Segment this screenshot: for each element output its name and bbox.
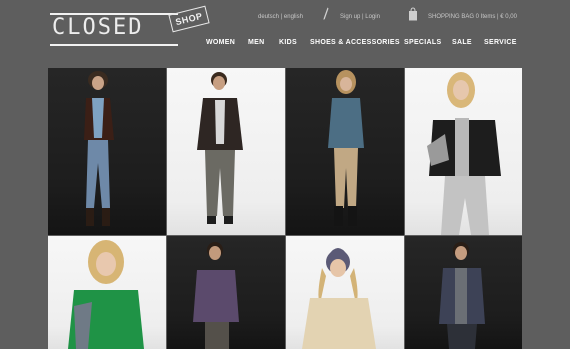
lookbook-tile-4[interactable]: [405, 68, 522, 235]
lookbook-grid: [48, 68, 522, 349]
model-photo: [439, 242, 485, 349]
nav-specials[interactable]: SPECIALS: [404, 37, 441, 49]
lookbook-tile-5[interactable]: [48, 236, 166, 349]
pen-icon: [323, 7, 329, 20]
signup-login-link[interactable]: Sign up | Login: [340, 11, 380, 23]
lookbook-tile-7[interactable]: [286, 236, 404, 349]
shopping-bag-summary[interactable]: SHOPPING BAG 0 Items | € 0,00: [428, 11, 517, 23]
nav-kids[interactable]: KIDS: [279, 37, 297, 49]
model-photo: [302, 248, 376, 349]
model-photo: [427, 72, 501, 235]
nav-sale[interactable]: SALE: [452, 37, 472, 49]
model-photo: [193, 242, 239, 349]
shopping-bag-icon[interactable]: [408, 7, 418, 21]
model-photo: [84, 71, 114, 226]
nav-men[interactable]: MEN: [248, 37, 264, 49]
nav-women[interactable]: WOMEN: [206, 37, 235, 49]
lookbook-tile-3[interactable]: [286, 68, 404, 235]
language-switch[interactable]: deutsch | english: [258, 11, 303, 23]
nav-service[interactable]: SERVICE: [484, 37, 517, 49]
site-header: CLOSED SHOP deutsch | english Sign up | …: [0, 0, 570, 66]
model-photo: [328, 70, 364, 226]
lookbook-tile-8[interactable]: [405, 236, 522, 349]
lookbook-tile-1[interactable]: [48, 68, 166, 235]
nav-shoes-accessories[interactable]: SHOES & ACCESSORIES: [310, 37, 400, 49]
lookbook-tile-6[interactable]: [167, 236, 285, 349]
model-photo: [197, 72, 243, 224]
main-navigation: WOMEN MEN KIDS SHOES & ACCESSORIES SPECI…: [0, 37, 570, 49]
lookbook-tile-2[interactable]: [167, 68, 285, 235]
model-photo: [68, 240, 144, 349]
